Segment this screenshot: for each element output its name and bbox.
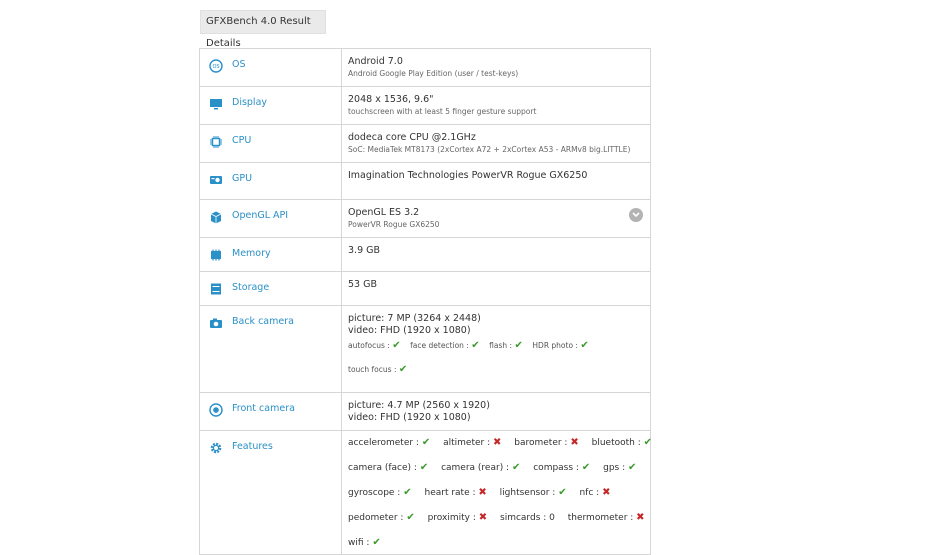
check-icon: ✔ xyxy=(372,537,381,548)
feature-compass: compass : ✔ xyxy=(533,462,591,473)
feature-bluetooth: bluetooth : ✔ xyxy=(591,437,652,448)
table-row-display: Display 2048 x 1536, 9.6" touchscreen wi… xyxy=(199,86,651,125)
table-row-cpu: CPU dodeca core CPU @2.1GHz SoC: MediaTe… xyxy=(199,124,651,163)
check-icon: ✔ xyxy=(558,487,567,498)
gear-icon xyxy=(208,440,223,455)
os-edition: Android Google Play Edition (user / test… xyxy=(348,69,519,78)
feature-gps: gps : ✔ xyxy=(603,462,637,473)
feature-lightsensor: lightsensor : ✔ xyxy=(499,487,567,498)
feature-line: camera (face) : ✔ camera (rear) : ✔ comp… xyxy=(348,462,644,474)
front-camera-icon xyxy=(208,402,223,417)
cross-icon: ✖ xyxy=(570,437,579,448)
row-label-features: Features xyxy=(232,441,273,452)
feature-autofocus: autofocus : ✔ xyxy=(348,340,401,351)
cross-icon: ✖ xyxy=(493,437,502,448)
feature-camera-face: camera (face) : ✔ xyxy=(348,462,429,473)
row-label-memory: Memory xyxy=(232,248,271,259)
row-label-front-camera: Front camera xyxy=(232,403,295,414)
gpu-name: Imagination Technologies PowerVR Rogue G… xyxy=(348,170,588,181)
feature-simcards: simcards : 0 xyxy=(500,513,555,523)
display-icon xyxy=(208,96,223,111)
cpu-soc: SoC: MediaTek MT8173 (2xCortex A72 + 2xC… xyxy=(348,145,631,154)
svg-text:OS: OS xyxy=(212,64,219,70)
opengl-version: OpenGL ES 3.2 xyxy=(348,207,420,218)
feature-flash: flash : ✔ xyxy=(489,340,523,351)
check-icon: ✔ xyxy=(628,462,637,473)
check-icon: ✔ xyxy=(392,340,401,351)
display-resolution: 2048 x 1536, 9.6" xyxy=(348,94,434,105)
opengl-cube-icon xyxy=(208,209,223,224)
table-row-front-camera: Front camera picture: 4.7 MP (2560 x 192… xyxy=(199,392,651,431)
feature-proximity: proximity : ✖ xyxy=(427,512,488,523)
back-camera-picture: picture: 7 MP (3264 x 2448) xyxy=(348,313,481,324)
camera-icon xyxy=(208,315,223,330)
feature-camera-rear: camera (rear) : ✔ xyxy=(441,462,521,473)
opengl-renderer: PowerVR Rogue GX6250 xyxy=(348,220,440,229)
table-row-opengl: OpenGL API OpenGL ES 3.2 PowerVR Rogue G… xyxy=(199,199,651,238)
memory-value: 3.9 GB xyxy=(348,245,381,256)
check-icon: ✔ xyxy=(514,340,523,351)
row-label-os: OS xyxy=(232,59,246,70)
table-row-features: Features accelerometer : ✔ altimeter : ✖… xyxy=(199,430,652,555)
feature-gyroscope: gyroscope : ✔ xyxy=(348,487,412,498)
storage-value: 53 GB xyxy=(348,279,377,290)
expand-opengl-button[interactable] xyxy=(629,208,643,222)
os-icon: OS xyxy=(208,58,223,73)
table-row-memory: Memory 3.9 GB xyxy=(199,237,651,272)
cpu-description: dodeca core CPU @2.1GHz xyxy=(348,132,476,143)
feature-nfc: nfc : ✖ xyxy=(579,487,611,498)
row-label-opengl: OpenGL API xyxy=(232,210,289,221)
display-touch: touchscreen with at least 5 finger gestu… xyxy=(348,107,537,116)
feature-touch-focus: touch focus : ✔ xyxy=(348,364,408,375)
memory-icon xyxy=(208,247,223,262)
table-row-storage: Storage 53 GB xyxy=(199,271,651,306)
feature-pedometer: pedometer : ✔ xyxy=(348,512,415,523)
check-icon: ✔ xyxy=(398,364,408,375)
front-camera-video: video: FHD (1920 x 1080) xyxy=(348,412,471,423)
row-label-display: Display xyxy=(232,97,268,108)
check-icon: ✔ xyxy=(580,340,589,351)
table-row-gpu: GPU Imagination Technologies PowerVR Rog… xyxy=(199,162,651,200)
cpu-chip-icon xyxy=(208,134,223,149)
check-icon: ✔ xyxy=(419,462,429,473)
feature-accelerometer: accelerometer : ✔ xyxy=(348,437,431,448)
cross-icon: ✖ xyxy=(636,512,645,523)
check-icon: ✔ xyxy=(581,462,591,473)
check-icon: ✔ xyxy=(643,437,652,448)
feature-wifi: wifi : ✔ xyxy=(348,537,381,548)
feature-thermometer: thermometer : ✖ xyxy=(567,512,645,523)
gpu-icon xyxy=(208,172,223,187)
row-label-gpu: GPU xyxy=(232,173,253,184)
feature-altimeter: altimeter : ✖ xyxy=(443,437,502,448)
specs-table: OS OS Android 7.0 Android Google Play Ed… xyxy=(199,48,652,555)
feature-hdr-photo: HDR photo : ✔ xyxy=(532,340,589,351)
cross-icon: ✖ xyxy=(478,512,488,523)
table-row-os: OS OS Android 7.0 Android Google Play Ed… xyxy=(199,48,651,87)
cross-icon: ✖ xyxy=(478,487,487,498)
cross-icon: ✖ xyxy=(602,487,611,498)
storage-icon xyxy=(208,281,223,296)
feature-heart-rate: heart rate : ✖ xyxy=(424,487,487,498)
check-icon: ✔ xyxy=(511,462,521,473)
check-icon: ✔ xyxy=(406,512,415,523)
feature-barometer: barometer : ✖ xyxy=(514,437,579,448)
feature-line: gyroscope : ✔ heart rate : ✖ lightsensor… xyxy=(348,487,644,499)
back-camera-video: video: FHD (1920 x 1080) xyxy=(348,325,471,336)
row-label-back-camera: Back camera xyxy=(232,316,294,327)
back-camera-features: autofocus : ✔ face detection : ✔ flash :… xyxy=(348,340,644,351)
chevron-down-icon xyxy=(632,212,640,218)
check-icon: ✔ xyxy=(471,340,480,351)
check-icon: ✔ xyxy=(421,437,431,448)
feature-line: pedometer : ✔ proximity : ✖ simcards : 0… xyxy=(348,512,645,524)
check-icon: ✔ xyxy=(403,487,412,498)
table-row-back-camera: Back camera picture: 7 MP (3264 x 2448) … xyxy=(199,305,651,393)
page-title-tab: GFXBench 4.0 Result Details xyxy=(200,10,326,49)
front-camera-picture: picture: 4.7 MP (2560 x 1920) xyxy=(348,400,490,411)
row-label-cpu: CPU xyxy=(232,135,252,146)
os-version: Android 7.0 xyxy=(348,56,403,67)
feature-line: accelerometer : ✔ altimeter : ✖ baromete… xyxy=(348,437,652,449)
feature-line: wifi : ✔ xyxy=(348,537,644,549)
row-label-storage: Storage xyxy=(232,282,270,293)
feature-face-detection: face detection : ✔ xyxy=(410,340,480,351)
